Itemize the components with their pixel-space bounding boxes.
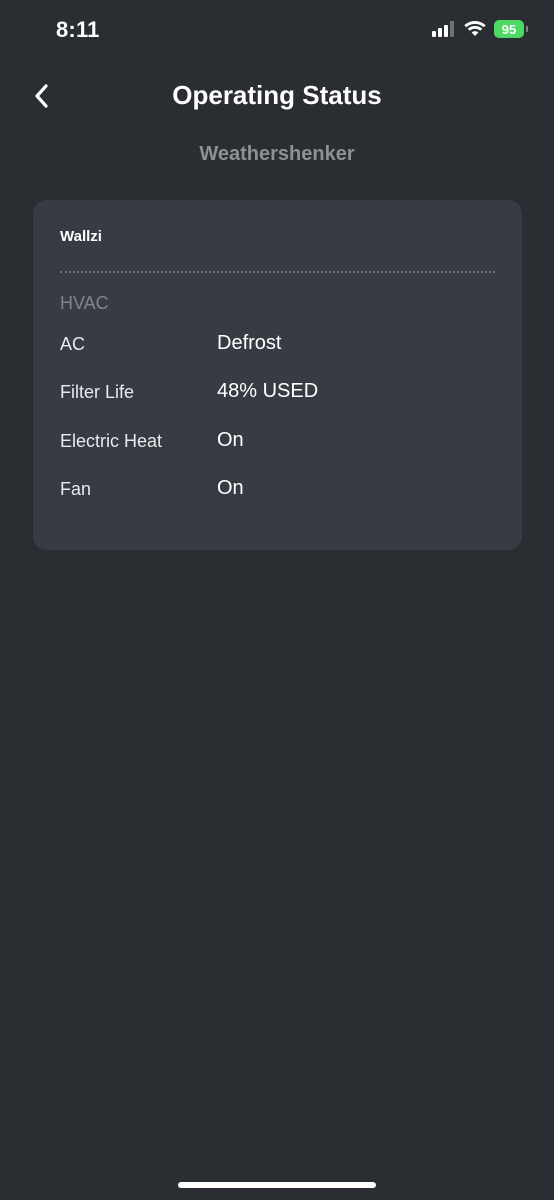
battery-icon: 95: [494, 20, 528, 38]
status-card: Wallzi HVAC AC Defrost Filter Life 48% U…: [33, 200, 522, 550]
wifi-icon: [464, 21, 486, 36]
status-icons: 95: [432, 20, 528, 38]
status-row-ac: AC Defrost: [60, 332, 495, 364]
page-title: Operating Status: [172, 80, 382, 110]
signal-icon: [432, 21, 454, 37]
row-value: On: [217, 477, 244, 499]
row-value: On: [217, 429, 244, 451]
section-label-hvac: HVAC: [60, 293, 109, 313]
status-bar: 8:11 95: [0, 0, 554, 60]
divider: [60, 271, 495, 273]
row-label: Fan: [60, 479, 92, 499]
status-row-filter-life: Filter Life 48% USED: [60, 380, 495, 412]
status-time: 8:11: [56, 17, 100, 42]
status-row-fan: Fan On: [60, 477, 495, 509]
battery-level: 95: [501, 21, 517, 37]
row-label: Electric Heat: [60, 431, 163, 451]
status-row-electric-heat: Electric Heat On: [60, 429, 495, 461]
page-subtitle: Weathershenker: [199, 143, 355, 165]
row-label: AC: [60, 334, 86, 354]
home-indicator[interactable]: [178, 1182, 376, 1188]
row-label: Filter Life: [60, 382, 135, 402]
row-value: 48% USED: [217, 380, 319, 402]
battery-tip: [526, 26, 528, 32]
row-value: Defrost: [217, 332, 282, 354]
device-name: Wallzi: [60, 228, 102, 245]
